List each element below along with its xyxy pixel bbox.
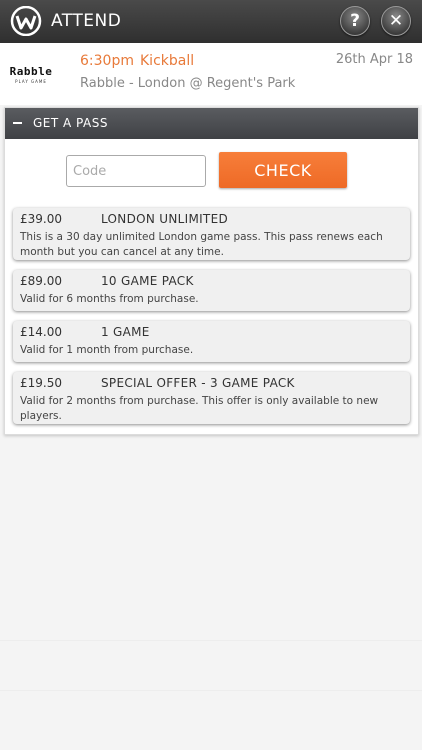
organizer-logo: Rabble PLAY GAME [8, 51, 54, 97]
event-date: 26th Apr 18 [335, 52, 413, 67]
pass-name: SPECIAL OFFER - 3 GAME PACK [101, 376, 295, 390]
pass-price: £39.00 [20, 212, 62, 226]
event-location: Rabble - London @ Regent's Park [80, 76, 296, 91]
organizer-logo-subtext: PLAY GAME [15, 78, 47, 84]
pass-option[interactable]: £39.00 LONDON UNLIMITED This is a 30 day… [13, 208, 410, 260]
pass-name: LONDON UNLIMITED [101, 212, 228, 226]
pass-option[interactable]: £89.00 10 GAME PACK Valid for 6 months f… [13, 270, 410, 311]
close-icon: ✕ [388, 11, 404, 31]
close-button[interactable]: ✕ [381, 6, 411, 36]
page-title: ATTEND [51, 11, 122, 31]
divider [0, 640, 422, 641]
help-icon: ? [350, 11, 360, 31]
event-time: 6:30pm [80, 53, 134, 69]
code-input[interactable] [66, 155, 206, 187]
pass-description: Valid for 6 months from purchase. [20, 293, 199, 305]
app-header: ATTEND ? ✕ [0, 0, 422, 43]
pass-price: £14.00 [20, 325, 62, 339]
pass-name: 1 GAME [101, 325, 150, 339]
pass-option[interactable]: £19.50 SPECIAL OFFER - 3 GAME PACK Valid… [13, 372, 410, 424]
help-button[interactable]: ? [340, 6, 370, 36]
check-button[interactable]: CHECK [219, 152, 347, 188]
pass-description: This is a 30 day unlimited London game p… [20, 231, 383, 258]
pass-price: £19.50 [20, 376, 62, 390]
pass-description: Valid for 1 month from purchase. [20, 344, 194, 356]
divider [0, 690, 422, 691]
pass-price: £89.00 [20, 274, 62, 288]
w-logo-icon [10, 6, 42, 36]
pass-description: Valid for 2 months from purchase. This o… [20, 395, 379, 422]
panel-header[interactable]: GET A PASS [5, 108, 418, 139]
collapse-icon[interactable] [13, 122, 22, 124]
pass-name: 10 GAME PACK [101, 274, 194, 288]
get-a-pass-panel: GET A PASS CHECK £39.00 LONDON UNLIMITED… [4, 107, 419, 435]
event-summary: Rabble PLAY GAME 6:30pm Kickball 26th Ap… [0, 43, 422, 105]
panel-title: GET A PASS [33, 116, 108, 130]
event-name: Kickball [140, 53, 195, 69]
organizer-logo-text: Rabble [9, 64, 53, 78]
pass-option[interactable]: £14.00 1 GAME Valid for 1 month from pur… [13, 321, 410, 362]
